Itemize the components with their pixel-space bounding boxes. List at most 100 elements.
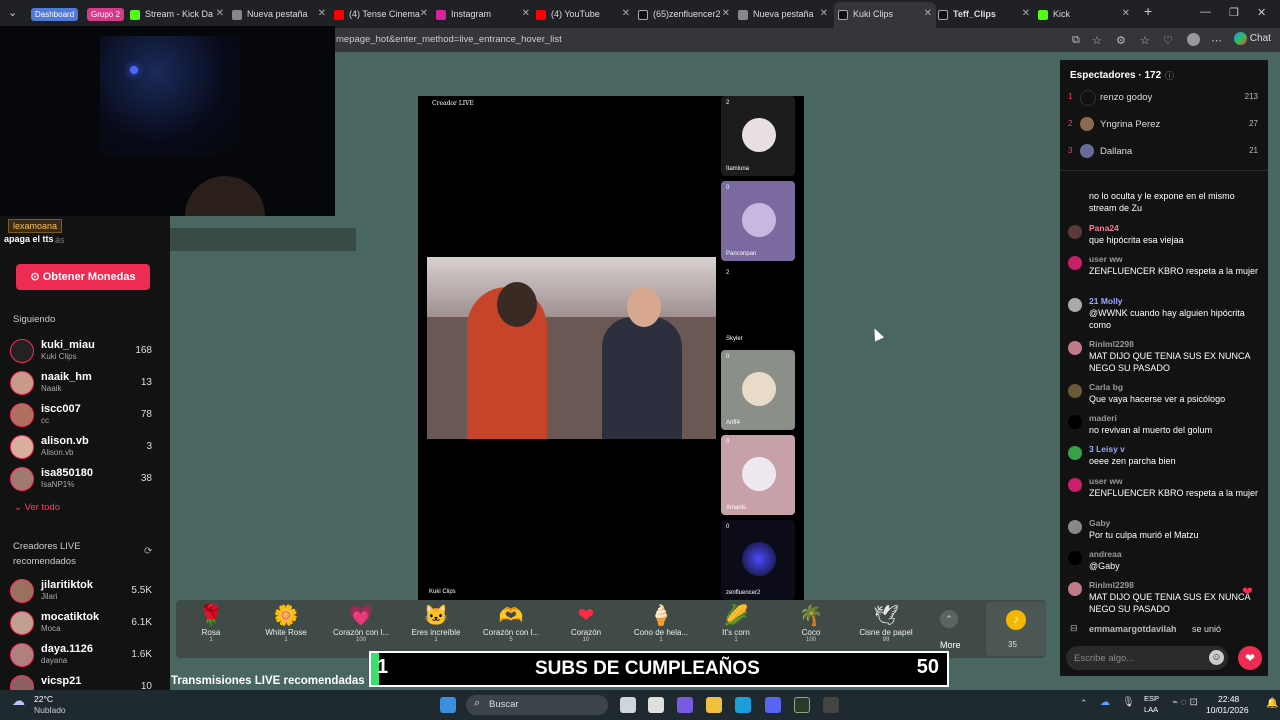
tab-instagram[interactable]: Instagram ✕	[436, 4, 534, 24]
notification-bell-icon[interactable]: 🔔	[1266, 698, 1278, 709]
bookmark-star-icon[interactable]: ☆	[1092, 34, 1102, 47]
more-menu-icon[interactable]: ⋯	[1211, 34, 1222, 47]
tray-chevron-icon[interactable]: ⌃	[1080, 698, 1088, 709]
new-tab-button[interactable]: +	[1144, 3, 1152, 19]
tray-mic-icon[interactable]: 🎙	[1122, 697, 1135, 708]
windows-start-icon[interactable]	[440, 697, 456, 713]
close-icon: ✕	[521, 8, 530, 19]
chat-panel: Espectadores · 172 ⓘ 1 renzo godoy 213 2 Yn…	[1060, 60, 1268, 676]
gift-item[interactable]: 💗 Corazón con l... 100	[326, 604, 396, 643]
tab-nueva-pestana[interactable]: Nueva pestaña ✕	[232, 4, 330, 24]
tiktok-coin-icon: ♪	[1006, 610, 1026, 630]
tab-kuki-clips[interactable]: Kuki Clips ✕	[834, 2, 936, 28]
heart-like-icon: ❤	[1242, 584, 1253, 599]
guest-tile[interactable]: 2 Skyler	[721, 266, 795, 346]
chevron-up-icon[interactable]: ⌃	[940, 610, 958, 628]
person-right	[602, 317, 682, 439]
url-field[interactable]: mepage_hot&enter_method=live_entrance_ho…	[336, 34, 562, 45]
main-video-feed[interactable]	[427, 257, 716, 439]
collections-icon[interactable]: ♡	[1163, 34, 1173, 47]
store-icon[interactable]	[648, 697, 664, 713]
tab-stream-kick[interactable]: Stream - Kick Da ✕	[130, 4, 228, 24]
extension-icon[interactable]: ⚙	[1116, 34, 1126, 47]
weather-icon[interactable]: ☁	[12, 693, 25, 709]
app-icon[interactable]	[794, 697, 810, 713]
discord-icon[interactable]	[765, 697, 781, 713]
close-window-icon[interactable]: ✕	[1257, 6, 1266, 19]
task-view-icon[interactable]	[620, 697, 636, 713]
recommended-item[interactable]: jilaritiktok Jilari 5.5K	[10, 577, 156, 605]
following-item[interactable]: isa850180 IsaNP1% 38	[10, 465, 156, 493]
top-viewer[interactable]: 2 Yngrina Perez 27	[1068, 117, 1260, 133]
guest-tile[interactable]: 2 Itamluna	[721, 96, 795, 176]
page-icon	[232, 9, 242, 20]
minimize-icon[interactable]: —	[1200, 6, 1211, 18]
following-item[interactable]: kuki_miau Kuki Clips 168	[10, 337, 156, 365]
viewers-count: Espectadores · 172	[1070, 70, 1162, 81]
recommended-item[interactable]: daya.1126 dayana 1.6K	[10, 641, 156, 669]
guest-tile[interactable]: 0 Panconpan	[721, 181, 795, 261]
coin-balance[interactable]: ♪ 35	[986, 602, 1046, 656]
tab-group-dashboard[interactable]: Dashboard	[31, 8, 79, 21]
chat-copilot-button[interactable]: Chat	[1234, 32, 1271, 45]
guest-tile[interactable]: 0 Amariis	[721, 435, 795, 515]
tab-tense-cinema[interactable]: (4) Tense Cinema ✕	[334, 4, 432, 24]
gift-item[interactable]: 🐱 Eres increíble 1	[401, 604, 471, 643]
tab-youtube[interactable]: (4) YouTube ✕	[536, 4, 634, 24]
coin-icon: ⊙	[30, 271, 40, 283]
recommended-item[interactable]: mocatiktok Moca 6.1K	[10, 609, 156, 637]
gift-item[interactable]: 🌴 Coco 100	[776, 604, 846, 643]
favorites-icon[interactable]: ☆	[1140, 34, 1150, 47]
weather-desc[interactable]: Nublado	[34, 705, 66, 715]
edge-icon[interactable]	[735, 697, 751, 713]
tray-cloud-icon[interactable]: ☁	[1100, 697, 1110, 708]
maximize-icon[interactable]: ❐	[1229, 6, 1239, 19]
gift-item[interactable]: 🍦 Cono de hela... 1	[626, 604, 696, 643]
weather-temp[interactable]: 22°C	[34, 694, 53, 704]
gift-item[interactable]: 🌼 White Rose 1	[251, 604, 321, 643]
avatar	[1080, 144, 1094, 158]
close-icon: ✕	[819, 8, 828, 19]
tab-zenfluencer[interactable]: (65)zenfluencer2 ✕	[638, 4, 734, 24]
gift-item[interactable]: ❤ Corazón 10	[551, 604, 621, 643]
guest-tile[interactable]: 0 Ariff4	[721, 350, 795, 430]
more-gifts-button[interactable]: More	[940, 640, 961, 650]
browser-tab-bar: ⌄ Dashboard Grupo 2 Stream - Kick Da ✕ Nu…	[0, 0, 1280, 28]
language-indicator[interactable]: ESP	[1144, 694, 1159, 703]
tab-kick[interactable]: Kick ✕	[1038, 4, 1134, 24]
file-explorer-icon[interactable]	[706, 697, 722, 713]
tab-teff-clips[interactable]: Teff_Clips ✕	[938, 4, 1034, 24]
chat-input[interactable]: Escribe algo... ☺	[1066, 646, 1228, 670]
gift-item[interactable]: 🌽 It's corn 1	[701, 604, 771, 643]
tab-search-icon[interactable]: ⌄	[8, 6, 17, 19]
recommended-creators-title: Creadores LIVE recomendados	[13, 541, 81, 567]
clock-time[interactable]: 22:48	[1218, 694, 1239, 704]
youtube-icon	[334, 9, 344, 20]
gift-item[interactable]: 🕊 Cisne de papel 99	[851, 604, 921, 643]
copilot-icon[interactable]	[677, 697, 693, 713]
gift-item[interactable]: 🌹 Rosa 1	[176, 604, 246, 643]
open-external-icon[interactable]: ⧉	[1072, 34, 1080, 47]
following-item[interactable]: naaik_hm Naaik 13	[10, 369, 156, 397]
emoji-icon[interactable]: ☺	[1209, 650, 1224, 665]
profile-avatar[interactable]	[1187, 33, 1200, 46]
like-button[interactable]: ❤	[1238, 646, 1262, 670]
see-all-link[interactable]: ⌄ Ver todo	[14, 502, 60, 513]
tab-group-grupo2[interactable]: Grupo 2	[87, 8, 124, 21]
top-viewer[interactable]: 1 renzo godoy 213	[1068, 90, 1260, 106]
search-box[interactable]: ⌕ Buscar	[466, 695, 608, 715]
tab-nueva-pestana-2[interactable]: Nueva pestaña ✕	[738, 4, 832, 24]
refresh-icon[interactable]: ⟳	[144, 546, 152, 557]
info-icon[interactable]: ⓘ	[1165, 69, 1174, 82]
following-item[interactable]: alison.vb Alison.vb 3	[10, 433, 156, 461]
get-coins-button[interactable]: ⊙ Obtener Monedas	[16, 264, 150, 290]
clock-date[interactable]: 10/01/2026	[1206, 705, 1249, 715]
top-viewer[interactable]: 3 Dallana 21	[1068, 144, 1260, 160]
gift-item[interactable]: 🫶 Corazón con l... 5	[476, 604, 546, 643]
following-item[interactable]: iscc007 cc 78	[10, 401, 156, 429]
tray-icons[interactable]: ⌁ ◌ ⊡	[1172, 697, 1198, 708]
guest-tile[interactable]: 0 zenfluencer2	[721, 520, 795, 600]
webcam-overlay	[0, 26, 335, 216]
gift-bar: 🌹 Rosa 1 🌼 White Rose 1 💗 Corazón con l... 100…	[176, 600, 1046, 658]
obs-icon[interactable]	[823, 697, 839, 713]
